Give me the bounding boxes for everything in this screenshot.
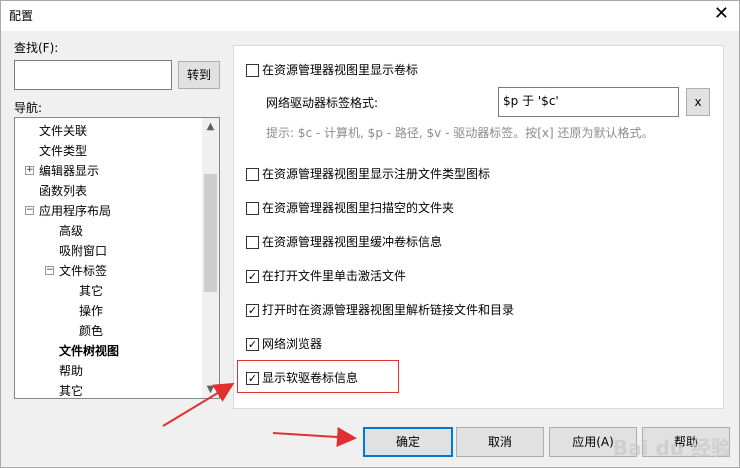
config-dialog: 配置 ✕ 查找(F): 转到 导航: 文件关联 文件类型 + 编辑器显示 函数列… — [0, 0, 740, 468]
arrow-to-option — [162, 382, 235, 427]
arrow-to-ok — [272, 427, 357, 447]
annotation-arrows — [162, 382, 357, 447]
watermark-logo: Bai du 经验 — [612, 436, 731, 460]
